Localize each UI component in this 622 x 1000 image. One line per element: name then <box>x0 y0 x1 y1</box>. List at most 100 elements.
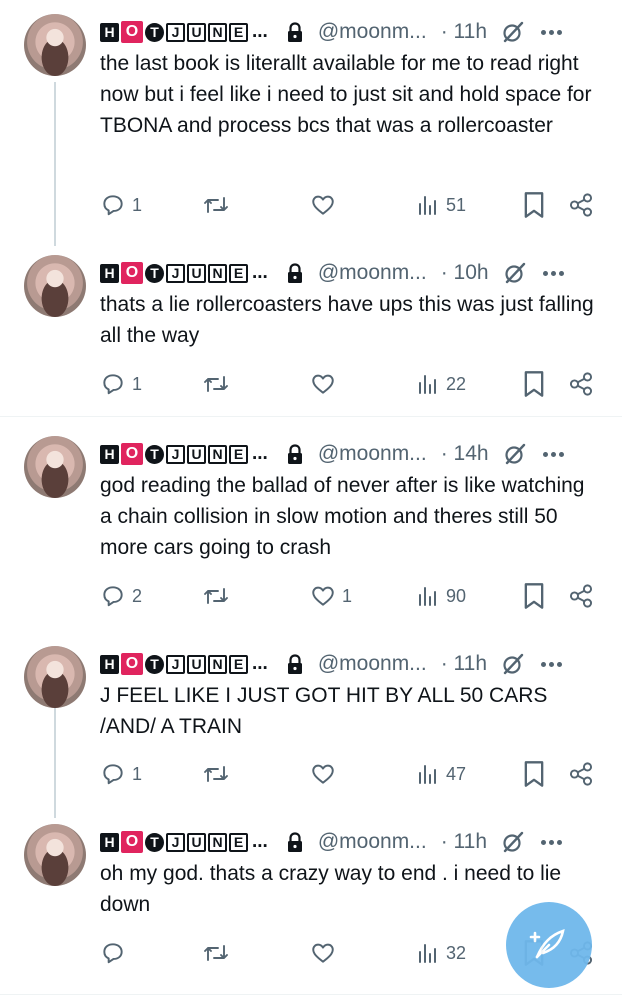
share-button[interactable] <box>568 759 594 789</box>
repost-button[interactable] <box>202 190 236 220</box>
handle[interactable]: @moonm... <box>318 830 427 854</box>
tweet-header: H O T J U N E... @moonm... · 11h <box>100 828 610 856</box>
share-button[interactable] <box>568 369 594 399</box>
display-name-letter: T <box>145 22 164 42</box>
display-name[interactable]: H O T J U N E... <box>100 21 268 43</box>
like-count: 1 <box>342 585 353 606</box>
views-icon <box>419 375 436 394</box>
more-options-icon[interactable] <box>541 660 563 668</box>
display-name[interactable]: H O T J U N E... <box>100 653 268 675</box>
views-button[interactable]: 32 <box>416 938 466 968</box>
like-icon <box>312 764 334 784</box>
display-name-letter: N <box>208 444 227 464</box>
tweet-header: H O T J U N E... @moonm... · 10h <box>100 259 610 287</box>
views-button[interactable]: 90 <box>416 581 466 611</box>
share-button[interactable] <box>568 190 594 220</box>
more-options-icon[interactable] <box>541 838 563 846</box>
views-count: 22 <box>446 373 467 394</box>
avatar[interactable] <box>24 255 86 317</box>
handle[interactable]: @moonm... <box>318 442 427 466</box>
display-name-letter: J <box>166 22 185 42</box>
display-name-ellipsis: ... <box>252 21 268 42</box>
display-name-letter: E <box>229 263 248 283</box>
share-button[interactable] <box>568 581 594 611</box>
like-button[interactable] <box>310 759 342 789</box>
handle[interactable]: @moonm... <box>318 20 427 44</box>
display-name-letter: H <box>100 654 119 674</box>
like-button[interactable] <box>310 369 342 399</box>
display-name-ellipsis: ... <box>252 262 268 283</box>
display-name-letter: E <box>229 22 248 42</box>
reply-button[interactable]: 1 <box>100 190 142 220</box>
tweet-header: H O T J U N E... @moonm... · 11h <box>100 650 610 678</box>
bookmark-button[interactable] <box>522 190 546 220</box>
display-name-letter: U <box>187 263 206 283</box>
display-name-letter: E <box>229 832 248 852</box>
bookmark-button[interactable] <box>522 759 546 789</box>
avatar[interactable] <box>24 824 86 886</box>
repost-button[interactable] <box>202 369 236 399</box>
views-button[interactable]: 47 <box>416 759 466 789</box>
display-name-letter: O <box>121 831 143 853</box>
share-icon <box>569 372 593 396</box>
more-options-icon[interactable] <box>541 28 563 36</box>
repost-icon <box>204 197 228 213</box>
divider <box>0 994 622 995</box>
lock-icon <box>287 263 302 283</box>
reply-button[interactable]: 1 <box>100 759 142 789</box>
timestamp[interactable]: · 11h <box>441 20 487 44</box>
tweet[interactable]: H O T J U N E... @moonm... · 10h thats a lie r… <box>0 255 622 409</box>
like-icon <box>312 586 334 606</box>
like-button[interactable]: 1 <box>310 581 352 611</box>
views-icon <box>419 765 436 784</box>
display-name-letter: E <box>229 444 248 464</box>
grok-icon[interactable] <box>503 442 527 466</box>
timestamp[interactable]: · 14h <box>441 442 489 466</box>
display-name[interactable]: H O T J U N E... <box>100 831 268 853</box>
views-icon <box>419 944 436 963</box>
display-name-letter: H <box>100 22 119 42</box>
reply-button[interactable] <box>100 938 132 968</box>
compose-button[interactable] <box>506 902 592 988</box>
repost-button[interactable] <box>202 938 236 968</box>
more-options-icon[interactable] <box>542 269 565 277</box>
reply-button[interactable]: 1 <box>100 369 142 399</box>
like-button[interactable] <box>310 938 342 968</box>
views-button[interactable]: 22 <box>416 369 466 399</box>
reply-icon <box>103 374 123 395</box>
display-name-letter: T <box>145 832 164 852</box>
handle[interactable]: @moonm... <box>318 261 427 285</box>
tweet[interactable]: H O T J U N E... @moonm... · 14h god reading t… <box>0 436 622 621</box>
views-button[interactable]: 51 <box>416 190 466 220</box>
repost-button[interactable] <box>202 759 236 789</box>
timestamp[interactable]: · 11h <box>441 652 487 676</box>
timestamp[interactable]: · 11h <box>441 830 487 854</box>
display-name[interactable]: H O T J U N E... <box>100 443 268 465</box>
avatar[interactable] <box>24 646 86 708</box>
bookmark-button[interactable] <box>522 369 546 399</box>
more-options-icon[interactable] <box>542 450 565 458</box>
tweet[interactable]: H O T J U N E... @moonm... · 11h J FEEL LIKE I… <box>0 646 622 799</box>
grok-icon[interactable] <box>501 830 525 854</box>
grok-icon[interactable] <box>501 652 525 676</box>
avatar[interactable] <box>24 436 86 498</box>
tweet-actions: 2 1 90 <box>100 581 600 611</box>
bookmark-button[interactable] <box>522 581 546 611</box>
display-name-ellipsis: ... <box>252 443 268 464</box>
grok-icon[interactable] <box>503 261 527 285</box>
handle[interactable]: @moonm... <box>318 652 427 676</box>
display-name[interactable]: H O T J U N E... <box>100 262 268 284</box>
repost-button[interactable] <box>202 581 236 611</box>
tweet[interactable]: H O T J U N E... @moonm... · 11h the last book… <box>0 14 622 230</box>
grok-icon[interactable] <box>501 20 525 44</box>
repost-icon <box>204 376 228 392</box>
like-button[interactable] <box>310 190 342 220</box>
display-name-ellipsis: ... <box>252 831 268 852</box>
avatar[interactable] <box>24 14 86 76</box>
reply-button[interactable]: 2 <box>100 581 142 611</box>
bookmark-icon <box>524 761 544 787</box>
lock-icon <box>287 444 302 464</box>
bookmark-icon <box>524 371 544 397</box>
timestamp[interactable]: · 10h <box>441 261 489 285</box>
like-icon <box>312 943 334 963</box>
